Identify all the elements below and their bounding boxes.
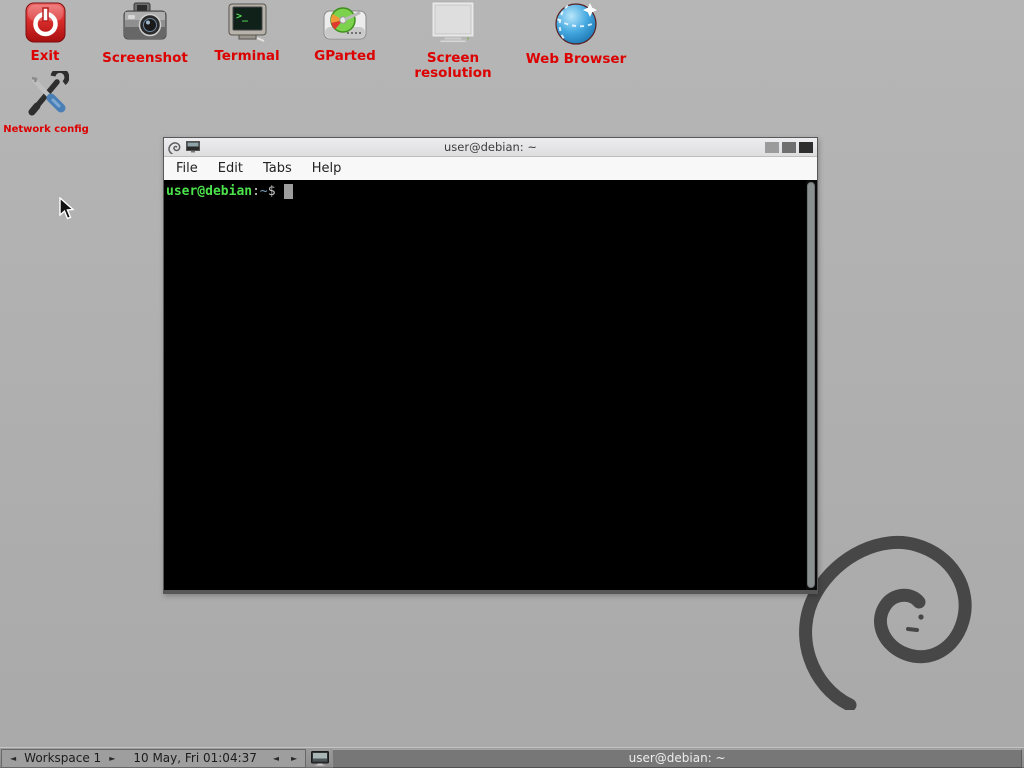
terminal-output[interactable]: user@debian:~$ <box>164 180 817 590</box>
maximize-button[interactable] <box>782 142 796 153</box>
close-button[interactable] <box>799 142 813 153</box>
desktop[interactable]: { "desktop": { "icons": [ { "label": "Ex… <box>0 0 1024 768</box>
next-task-arrow[interactable]: ► <box>289 749 299 768</box>
shell-prompt: user@debian:~$ <box>164 180 817 199</box>
icon-label: Terminal <box>202 49 292 64</box>
menu-help[interactable]: Help <box>302 158 352 180</box>
svg-text:>_: >_ <box>236 11 249 22</box>
taskbar: ◄ Workspace 1 ► 10 May, Fri 01:04:37 ◄ ►… <box>0 747 1024 768</box>
workspace-pager: ◄ Workspace 1 ► 10 May, Fri 01:04:37 ◄ ► <box>1 749 306 768</box>
prompt-user: user@debian <box>166 184 252 199</box>
scrollbar-track[interactable] <box>806 180 817 590</box>
debian-swirl-icon <box>168 140 181 154</box>
window-menubar: File Edit Tabs Help <box>164 157 817 180</box>
disk-partition-icon <box>323 5 367 43</box>
desktop-icon-network-config[interactable]: Network config <box>0 71 92 137</box>
desktop-icon-gparted[interactable]: GParted <box>300 5 390 64</box>
prev-workspace-arrow[interactable]: ◄ <box>8 749 18 768</box>
mouse-cursor <box>58 197 78 221</box>
window-titlebar[interactable]: user@debian: ~ <box>164 138 817 157</box>
terminal-window: user@debian: ~ File Edit Tabs Help user@… <box>163 137 818 594</box>
menu-tabs[interactable]: Tabs <box>253 158 302 180</box>
icon-label: Screenshot <box>95 51 195 66</box>
prompt-dollar: $ <box>268 184 276 199</box>
crt-terminal-icon: >_ <box>227 3 268 43</box>
terminal-app-icon <box>186 141 200 153</box>
icon-label: Network config <box>0 122 92 137</box>
terminal-cursor <box>284 184 293 199</box>
window-title: user@debian: ~ <box>164 140 817 154</box>
desktop-icon-screen-resolution[interactable]: Screen resolution <box>390 1 516 81</box>
taskbar-clock: 10 May, Fri 01:04:37 <box>133 749 257 768</box>
debian-swirl-watermark <box>798 498 978 710</box>
menu-file[interactable]: File <box>166 158 208 180</box>
power-icon <box>25 2 66 43</box>
monitor-icon <box>430 1 476 45</box>
camera-icon <box>122 1 168 45</box>
prompt-path: ~ <box>260 184 268 199</box>
menu-edit[interactable]: Edit <box>208 158 253 180</box>
icon-label: Exit <box>0 49 90 64</box>
icon-label: GParted <box>300 49 390 64</box>
desktop-icon-terminal[interactable]: >_ Terminal <box>202 3 292 64</box>
desktop-icon-screenshot[interactable]: Screenshot <box>95 1 195 66</box>
icon-label: Screen resolution <box>390 51 516 81</box>
task-window-icon[interactable] <box>311 751 329 766</box>
prompt-colon: : <box>252 184 260 199</box>
scrollbar-thumb[interactable] <box>807 182 815 588</box>
workspace-label: Workspace 1 <box>24 749 101 768</box>
prev-task-arrow[interactable]: ◄ <box>271 749 281 768</box>
desktop-icon-web-browser[interactable]: Web Browser <box>520 1 632 67</box>
desktop-icon-exit[interactable]: Exit <box>0 2 90 64</box>
monitor-mini-icon <box>311 751 329 766</box>
tools-icon <box>24 71 69 116</box>
icon-label: Web Browser <box>520 52 632 67</box>
next-workspace-arrow[interactable]: ► <box>107 749 117 768</box>
globe-icon <box>554 1 599 46</box>
minimize-button[interactable] <box>765 142 779 153</box>
task-button-terminal[interactable]: user@debian: ~ <box>332 749 1022 768</box>
